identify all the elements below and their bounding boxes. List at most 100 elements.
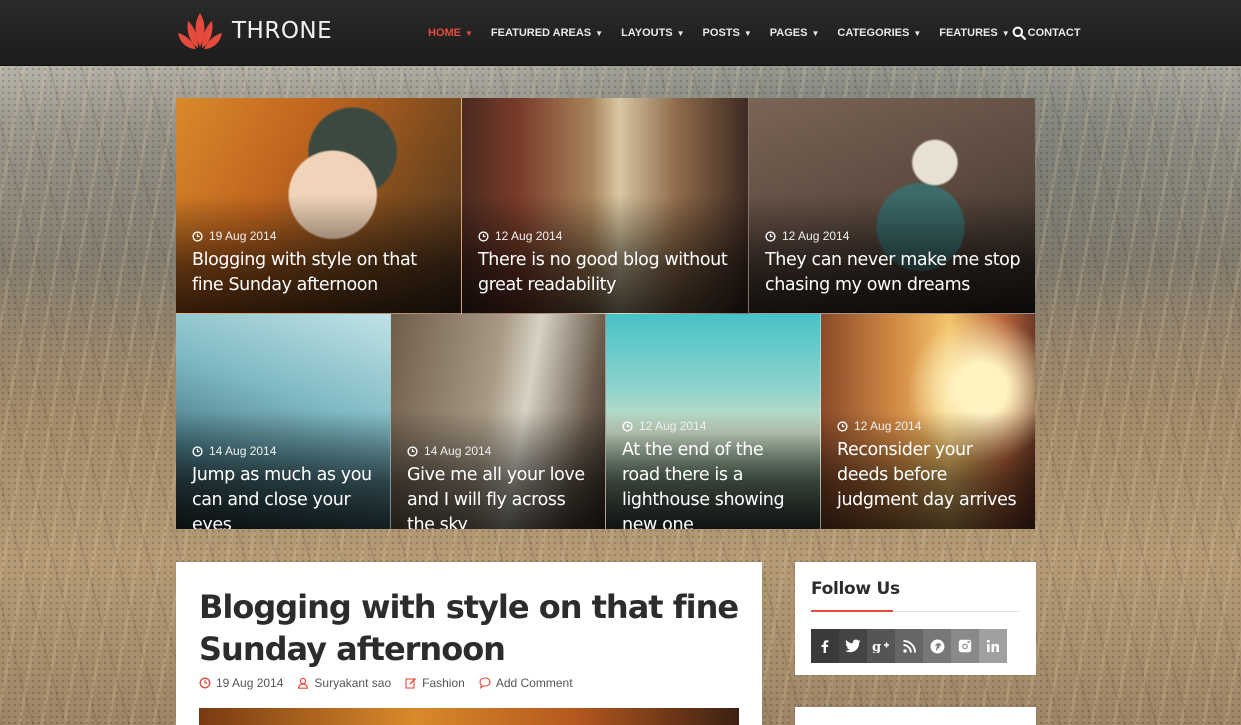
featured-post-title[interactable]: Give me all your love and I will fly acr… (407, 463, 591, 529)
post-date: 12 Aug 2014 (622, 419, 706, 433)
sidebar-widget (795, 707, 1036, 725)
featured-post-card[interactable]: 14 Aug 2014 Jump as much as you can and … (176, 314, 391, 529)
user-icon (298, 677, 309, 689)
nav-item-label: POSTS (702, 27, 740, 39)
featured-post-title[interactable]: They can never make me stop chasing my o… (765, 248, 1021, 298)
post-category[interactable]: Fashion (405, 676, 465, 690)
lotus-logo-icon (178, 13, 222, 49)
clock-icon (765, 230, 776, 242)
featured-post-title[interactable]: Jump as much as you can and close your e… (192, 463, 376, 529)
title-underline (811, 610, 893, 612)
featured-post-card[interactable]: 14 Aug 2014 Give me all your love and I … (391, 314, 606, 529)
nav-item-label: HOME (428, 27, 461, 39)
post-date: 19 Aug 2014 (199, 676, 283, 690)
nav-item-pages[interactable]: PAGES ▼ (770, 27, 820, 39)
clock-icon (407, 445, 418, 457)
chevron-down-icon: ▼ (595, 28, 604, 38)
rss-button[interactable] (895, 629, 923, 663)
google-plus-button[interactable]: g (867, 629, 895, 663)
featured-post-card[interactable]: 12 Aug 2014 Reconsider your deeds before… (821, 314, 1035, 529)
nav-item-label: FEATURES (939, 27, 998, 39)
post-meta: 19 Aug 2014 Suryakant sao Fashion Add Co… (199, 676, 587, 690)
nav-item-posts[interactable]: POSTS ▼ (703, 27, 752, 39)
author-link[interactable]: Suryakant sao (314, 676, 391, 690)
featured-post-card[interactable]: 12 Aug 2014 At the end of the road there… (606, 314, 821, 529)
nav-item-home[interactable]: HOME ▼ (428, 27, 473, 39)
featured-post-title[interactable]: Reconsider your deeds before judgment da… (837, 438, 1021, 513)
featured-post-title[interactable]: There is no good blog without great read… (478, 248, 734, 298)
nav-item-contact[interactable]: CONTACT (1028, 27, 1081, 39)
clock-icon (199, 677, 211, 689)
featured-post-title[interactable]: Blogging with style on that fine Sunday … (192, 248, 447, 298)
widget-title: Follow Us (811, 579, 900, 599)
search-button[interactable] (1012, 26, 1026, 40)
post-date-text: 14 Aug 2014 (209, 444, 277, 458)
chevron-down-icon: ▼ (676, 28, 685, 38)
chevron-down-icon: ▼ (811, 28, 820, 38)
twitter-icon (845, 639, 861, 653)
post-date: 19 Aug 2014 (192, 229, 276, 243)
post-date: 12 Aug 2014 (765, 229, 849, 243)
edit-icon (405, 678, 417, 689)
instagram-button[interactable] (951, 629, 979, 663)
featured-post-card[interactable]: 12 Aug 2014 There is no good blog withou… (462, 98, 749, 314)
nav-item-features[interactable]: FEATURES ▼ (939, 27, 1009, 39)
post-title[interactable]: Blogging with style on that fine Sunday … (199, 586, 739, 670)
nav-item-layouts[interactable]: LAYOUTS ▼ (621, 27, 684, 39)
nav-item-categories[interactable]: CATEGORIES ▼ (837, 27, 921, 39)
comment-icon (479, 677, 491, 689)
featured-post-card[interactable]: 19 Aug 2014 Blogging with style on that … (176, 98, 462, 314)
category-link[interactable]: Fashion (422, 676, 465, 690)
linkedin-icon (986, 639, 999, 652)
google-plus-icon: g (872, 640, 889, 653)
pinterest-icon (930, 639, 944, 653)
site-logo[interactable]: THRONE (176, 10, 332, 52)
clock-icon (478, 230, 489, 242)
social-links: g (811, 629, 1007, 663)
clock-icon (192, 445, 203, 457)
search-icon (1012, 26, 1026, 40)
chevron-down-icon: ▼ (913, 28, 922, 38)
nav-item-label: PAGES (769, 27, 808, 39)
nav-item-featured-areas[interactable]: FEATURED AREAS ▼ (491, 27, 603, 39)
post-date: 12 Aug 2014 (837, 419, 921, 433)
main-menu: HOME ▼ FEATURED AREAS ▼ LAYOUTS ▼ POSTS … (428, 0, 1099, 66)
nav-item-label: CONTACT (1027, 27, 1081, 39)
site-name: THRONE (232, 18, 333, 44)
chevron-down-icon: ▼ (1001, 28, 1010, 38)
post-date-text: 12 Aug 2014 (495, 229, 563, 243)
post-date-text: 12 Aug 2014 (639, 419, 707, 433)
post-date-text: 12 Aug 2014 (782, 229, 850, 243)
top-navigation-bar: THRONE HOME ▼ FEATURED AREAS ▼ LAYOUTS ▼… (0, 0, 1241, 66)
clock-icon (622, 420, 633, 432)
instagram-icon (958, 639, 972, 653)
linkedin-button[interactable] (979, 629, 1007, 663)
post-card: Blogging with style on that fine Sunday … (176, 562, 762, 725)
facebook-button[interactable] (811, 629, 839, 663)
follow-us-widget: Follow Us g (795, 562, 1036, 675)
twitter-button[interactable] (839, 629, 867, 663)
post-date: 12 Aug 2014 (478, 229, 562, 243)
post-featured-image[interactable] (199, 708, 739, 725)
clock-icon (837, 420, 848, 432)
post-date-text: 19 Aug 2014 (216, 676, 284, 690)
svg-text:g: g (872, 640, 881, 653)
nav-item-label: LAYOUTS (621, 27, 673, 39)
post-author[interactable]: Suryakant sao (297, 676, 391, 690)
featured-post-card[interactable]: 12 Aug 2014 They can never make me stop … (749, 98, 1035, 314)
chevron-down-icon: ▼ (743, 28, 752, 38)
featured-post-title[interactable]: At the end of the road there is a lighth… (622, 438, 806, 529)
nav-item-label: CATEGORIES (837, 27, 910, 39)
facebook-icon (821, 640, 829, 653)
post-date-text: 14 Aug 2014 (424, 444, 492, 458)
pinterest-button[interactable] (923, 629, 951, 663)
post-date: 14 Aug 2014 (192, 444, 276, 458)
chevron-down-icon: ▼ (465, 28, 473, 38)
clock-icon (192, 230, 203, 242)
nav-item-label: FEATURED AREAS (490, 27, 592, 39)
post-date: 14 Aug 2014 (407, 444, 491, 458)
rss-icon (902, 639, 916, 653)
post-date-text: 12 Aug 2014 (854, 419, 922, 433)
post-comments[interactable]: Add Comment (479, 676, 573, 690)
add-comment-link[interactable]: Add Comment (496, 676, 573, 690)
